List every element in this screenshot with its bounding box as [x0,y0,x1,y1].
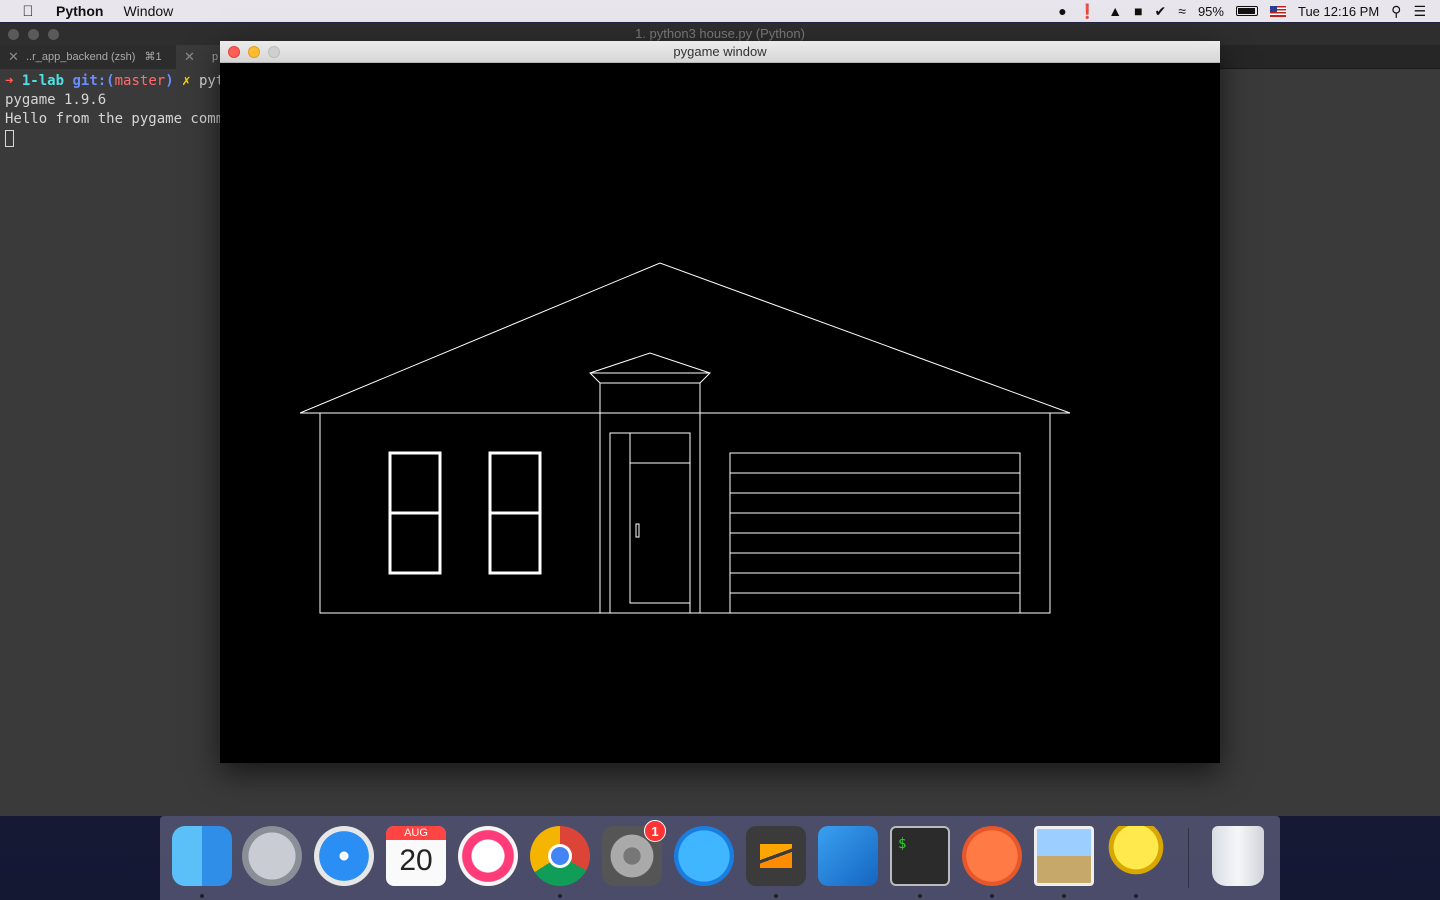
terminal-title: 1. python3 house.py (Python) [635,26,805,41]
house-drawing [299,262,1071,614]
calendar-icon[interactable]: AUG 20 [386,826,446,886]
sublime-text-icon[interactable] [746,826,806,886]
chrome-icon[interactable] [530,826,590,886]
system-preferences-icon[interactable]: 1 [602,820,666,886]
entrance-tower [599,382,701,614]
notification-center-icon[interactable]: ☰ [1413,3,1426,20]
terminal-tab[interactable]: ✕ ..r_app_backend (zsh) ⌘1 [0,45,176,69]
postman-icon[interactable] [962,826,1022,886]
terminal-zoom-button[interactable] [48,29,59,40]
pygame-icon[interactable] [1106,826,1166,886]
messages-icon[interactable]: ■ [1134,3,1142,19]
prompt-branch: master [114,73,166,89]
wifi-icon[interactable]: ≈ [1178,3,1186,19]
tab-label: p [212,51,219,63]
launchpad-icon[interactable] [242,826,302,886]
preview-icon[interactable] [1034,826,1094,886]
prompt-git-prefix: git:( [72,73,115,89]
trash-icon[interactable] [1212,826,1264,886]
vpn-icon[interactable]: ❗ [1079,3,1096,20]
bluetooth-icon[interactable]: ✔ [1155,3,1167,20]
music-icon[interactable] [458,826,518,886]
app-store-icon[interactable] [674,826,734,886]
prompt-dir: 1-lab [21,73,65,89]
pygame-window: pygame window [220,41,1220,763]
tab-shortcut: ⌘1 [144,51,162,63]
prompt-git-suffix: ) [165,73,174,89]
close-tab-icon[interactable]: ✕ [8,45,19,69]
pygame-titlebar[interactable]: pygame window [220,41,1220,63]
notification-badge: 1 [644,820,666,842]
status-area: ● ❗ ▲ ■ ✔ ≈ 95% Tue 12:16 PM ⚲ ☰ [1058,0,1426,22]
battery-icon[interactable] [1235,6,1258,16]
dock: AUG 20 1 $ [160,816,1280,900]
apple-menu-icon[interactable]:  [0,3,56,20]
text-cursor [5,129,14,147]
calendar-day: 20 [399,844,433,877]
terminal-close-button[interactable] [8,29,19,40]
door-frame [609,432,691,614]
pygame-title: pygame window [673,44,767,59]
entrance-roof [589,352,711,384]
prompt-arrow: ➜ [5,73,14,89]
pygame-zoom-button[interactable] [268,46,280,58]
vscode-icon[interactable] [818,826,878,886]
notification-icon[interactable]: ● [1058,3,1066,19]
terminal-icon[interactable]: $ [890,826,950,886]
spotlight-search-icon[interactable]: ⚲ [1391,3,1401,20]
dock-separator [1188,828,1189,888]
terminal-minimize-button[interactable] [28,29,39,40]
battery-percent[interactable]: 95% [1198,4,1224,19]
pygame-canvas[interactable] [220,63,1220,763]
door-handle [635,523,640,538]
menu-bar:  Python Window ● ❗ ▲ ■ ✔ ≈ 95% Tue 12:1… [0,0,1440,22]
prompt-dirty-mark: ✗ [182,73,191,89]
input-source-flag-icon[interactable] [1269,5,1286,17]
pygame-minimize-button[interactable] [248,46,260,58]
pygame-close-button[interactable] [228,46,240,58]
clock[interactable]: Tue 12:16 PM [1298,4,1379,19]
roof-outline [299,262,1071,414]
finder-icon[interactable] [172,826,232,886]
menu-window[interactable]: Window [123,3,173,19]
menu-app-name[interactable]: Python [56,3,103,19]
safari-icon[interactable] [314,826,374,886]
calendar-month: AUG [386,826,446,840]
mountain-icon[interactable]: ▲ [1108,3,1122,19]
close-tab-icon[interactable]: ✕ [184,45,195,69]
tab-label: ..r_app_backend (zsh) [26,51,136,63]
